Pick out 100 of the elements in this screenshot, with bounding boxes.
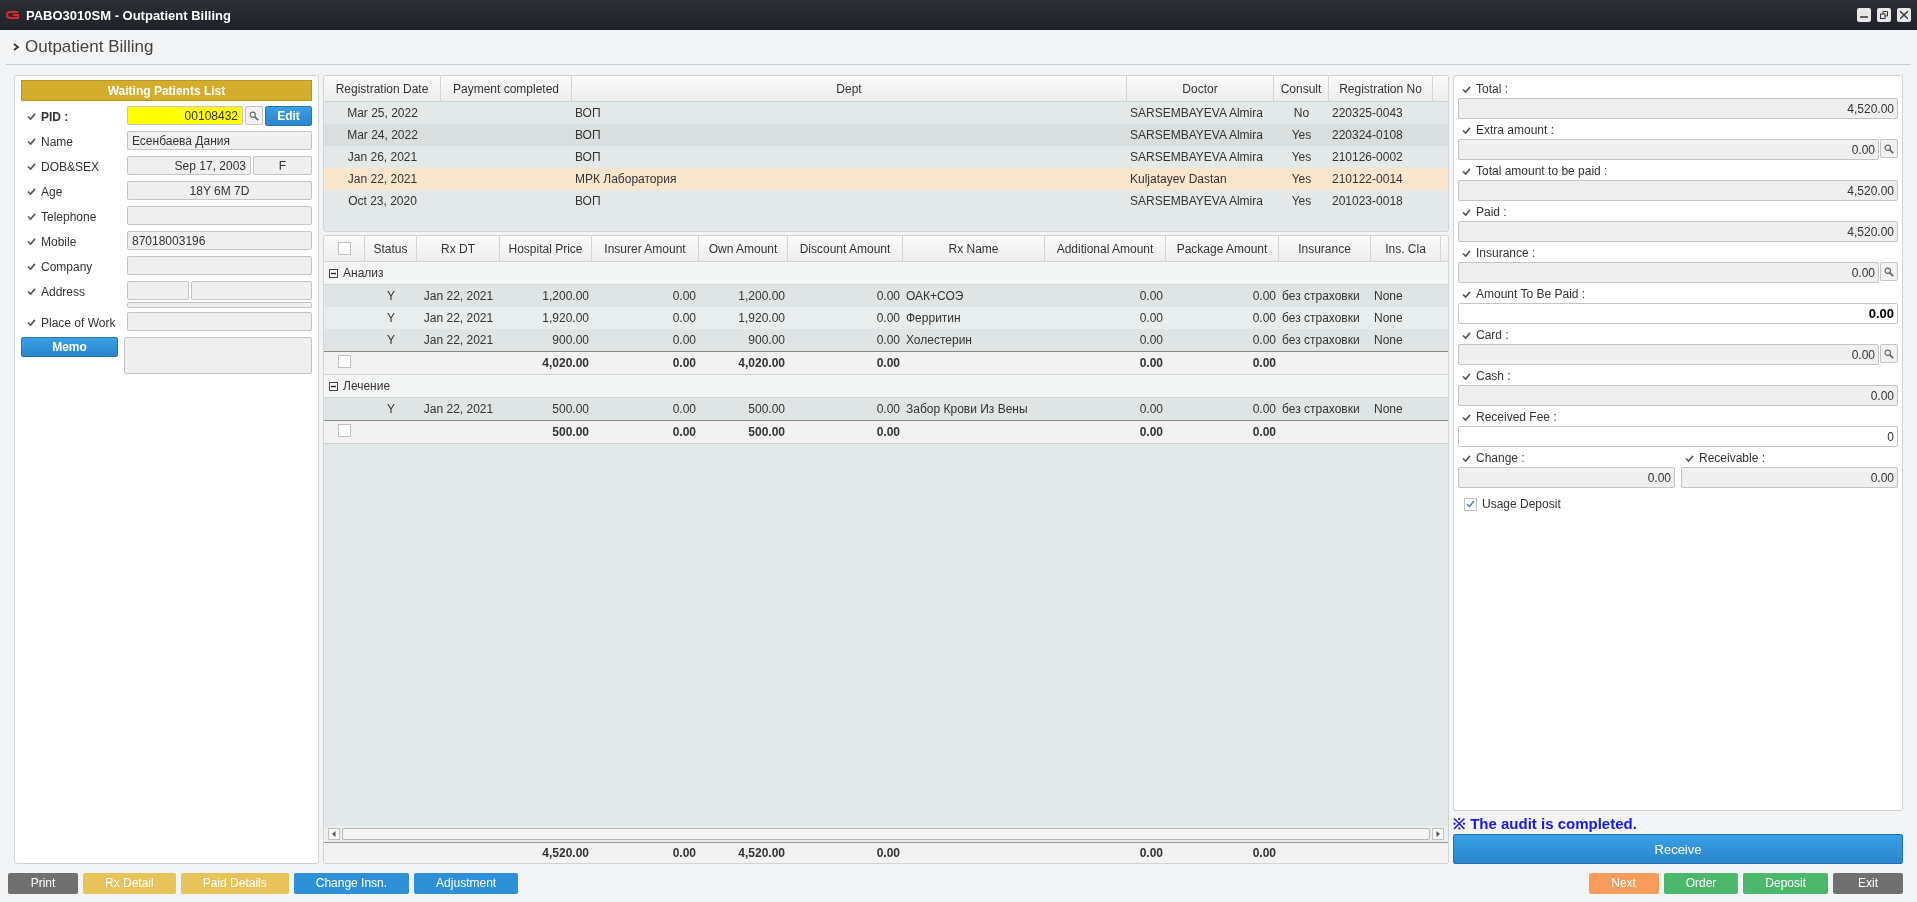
field-label: Received Fee : (1476, 410, 1557, 424)
column-header[interactable]: Doctor (1127, 76, 1274, 101)
search-icon (1884, 348, 1894, 359)
table-cell: Yes (1291, 194, 1312, 208)
check-icon (27, 188, 36, 195)
visit-row[interactable]: Jan 22, 2021 МРК Лаборатория Kuljatayev Dastan Yes 210122-0014 (324, 168, 1448, 190)
visit-row[interactable]: Mar 25, 2022 ВОП SARSEMBAYEVA Almira No 220325-0043 (324, 102, 1448, 124)
table-cell: Jan 22, 2021 (423, 333, 494, 347)
pid-field[interactable]: 00108432 (127, 106, 243, 125)
visit-row[interactable]: Oct 23, 2020 ВОП SARSEMBAYEVA Almira Yes 201023-0018 (324, 190, 1448, 212)
table-cell: Kuljatayev Dastan (1130, 172, 1227, 186)
text-field[interactable] (191, 281, 312, 300)
amount-field[interactable]: 4,520.00 (1458, 221, 1898, 242)
collapse-toggle[interactable] (329, 268, 338, 278)
field-label: Cash : (1476, 369, 1511, 383)
table-cell: 1,200.00 (542, 289, 589, 303)
table-cell: Jan 22, 2021 (423, 311, 494, 325)
memo-field[interactable] (124, 337, 312, 374)
column-header[interactable]: Hospital Price (500, 236, 592, 261)
text-field[interactable] (127, 206, 312, 225)
column-header[interactable]: Status (365, 236, 417, 261)
amount-field[interactable]: 4,520.00 (1458, 180, 1898, 201)
column-header[interactable]: Insurance (1279, 236, 1371, 261)
amount-field[interactable]: 4,520.00 (1458, 98, 1898, 119)
horizontal-scrollbar[interactable] (324, 826, 1448, 842)
minimize-button[interactable] (1857, 8, 1871, 22)
search-button[interactable] (1880, 139, 1898, 158)
table-cell: 1,920.00 (738, 311, 785, 325)
table-cell: No (1293, 106, 1310, 120)
collapse-toggle[interactable] (329, 381, 338, 391)
field-label: DOB&SEX (41, 160, 100, 174)
close-icon (1900, 11, 1908, 19)
column-header[interactable]: Package Amount (1166, 236, 1279, 261)
column-header[interactable]: Own Amount (699, 236, 788, 261)
table-cell: Jan 22, 2021 (347, 172, 418, 186)
amount-field[interactable]: 0.00 (1458, 303, 1898, 324)
text-field[interactable]: Есенбаева Дания (127, 131, 312, 150)
table-cell: 0.00 (1252, 402, 1276, 416)
checkbox[interactable] (1464, 497, 1477, 511)
table-cell: Mar 24, 2022 (347, 128, 418, 142)
group-label: Анализ (343, 266, 384, 280)
group-label: Лечение (343, 379, 391, 393)
search-button[interactable] (1880, 344, 1898, 363)
table-cell: Y (387, 333, 395, 347)
close-button[interactable] (1897, 8, 1911, 22)
text-field[interactable] (127, 302, 312, 308)
birth-date-field[interactable]: Sep 17, 2003 (127, 156, 251, 175)
subtotal-cell: 0.00 (1139, 425, 1163, 439)
amount-field[interactable]: 0.00 (1458, 139, 1879, 160)
table-cell: 0.00 (876, 402, 900, 416)
amount-field[interactable]: 0.00 (1458, 344, 1879, 365)
order-row[interactable]: Y Jan 22, 2021 500.00 0.00 500.00 0.00 Забор Крови Из Вены 0.00 0.00 без страховки None (324, 398, 1448, 420)
search-button[interactable] (245, 106, 263, 125)
table-cell: 0.00 (1252, 333, 1276, 347)
order-row[interactable]: Y Jan 22, 2021 1,200.00 0.00 1,200.00 0.00 ОАК+СОЭ 0.00 0.00 без страховки None (324, 285, 1448, 307)
amount-field[interactable]: 0.00 (1681, 467, 1898, 488)
amount-field[interactable]: 0 (1458, 426, 1898, 447)
sex-field[interactable]: F (253, 156, 312, 175)
column-header[interactable]: Payment completed (441, 76, 572, 101)
page-title: Outpatient Billing (25, 37, 154, 57)
column-header[interactable]: Discount Amount (788, 236, 903, 261)
order-row[interactable]: Y Jan 22, 2021 900.00 0.00 900.00 0.00 Холестерин 0.00 0.00 без страховки None (324, 329, 1448, 351)
field-label: Extra amount : (1476, 123, 1555, 137)
text-field[interactable] (127, 312, 312, 331)
restore-button[interactable] (1877, 8, 1891, 22)
column-header[interactable]: Rx DT (417, 236, 500, 261)
text-field[interactable] (127, 256, 312, 275)
checkbox[interactable] (338, 424, 351, 437)
subtotal-cell: 0.00 (876, 356, 900, 370)
column-header[interactable]: Consult (1274, 76, 1329, 101)
check-icon (1462, 126, 1471, 134)
field-label: Total amount to be paid : (1476, 164, 1608, 178)
amount-field[interactable]: 0.00 (1458, 262, 1879, 283)
text-field[interactable]: 87018003196 (127, 231, 312, 250)
table-cell: 0.00 (876, 311, 900, 325)
checkbox[interactable] (337, 242, 351, 255)
text-field[interactable]: 18Y 6M 7D (127, 181, 312, 200)
column-header[interactable]: Rx Name (903, 236, 1045, 261)
search-icon (1884, 143, 1894, 154)
subtotal-cell: 500.00 (552, 425, 589, 439)
column-header[interactable]: Dept (572, 76, 1127, 101)
visit-row[interactable]: Mar 24, 2022 ВОП SARSEMBAYEVA Almira Yes 220324-0108 (324, 124, 1448, 146)
amount-field[interactable]: 0.00 (1458, 467, 1675, 488)
column-header[interactable]: Registration Date (324, 76, 441, 101)
amount-field[interactable]: 0.00 (1458, 385, 1898, 406)
column-header[interactable]: Ins. Cla (1371, 236, 1441, 261)
check-icon (1462, 372, 1471, 380)
column-header[interactable]: Additional Amount (1045, 236, 1166, 261)
subtotal-cell: 0.00 (672, 356, 696, 370)
footer-button[interactable]: Exit (1833, 872, 1903, 894)
column-header[interactable]: Insurer Amount (592, 236, 699, 261)
table-cell: None (1374, 402, 1403, 416)
search-button[interactable] (1880, 262, 1898, 281)
footer-button[interactable]: Print (8, 872, 78, 894)
table-cell: SARSEMBAYEVA Almira (1130, 106, 1263, 120)
visit-row[interactable]: Jan 26, 2021 ВОП SARSEMBAYEVA Almira Yes 210126-0002 (324, 146, 1448, 168)
check-icon (27, 213, 36, 220)
column-header[interactable]: Registration No (1329, 76, 1433, 101)
checkbox[interactable] (338, 355, 351, 368)
text-field[interactable] (127, 281, 189, 300)
